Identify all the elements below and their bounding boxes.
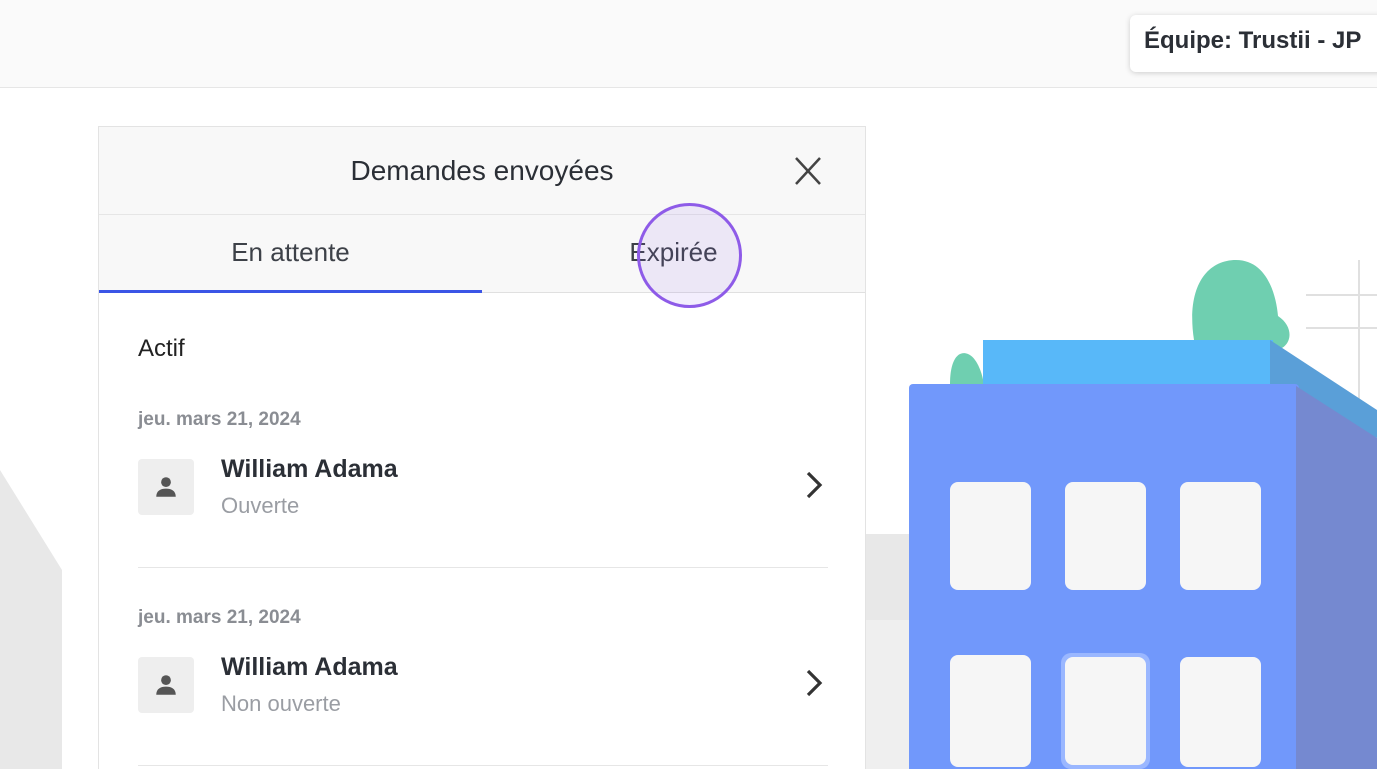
divider xyxy=(138,567,828,568)
tab-pending-label: En attente xyxy=(231,237,350,267)
team-selector-label: Équipe: Trustii - JP xyxy=(1144,27,1362,54)
team-selector[interactable]: Équipe: Trustii - JP xyxy=(1130,15,1377,72)
request-date: jeu. mars 21, 2024 xyxy=(138,409,301,430)
request-name: William Adama xyxy=(221,653,398,681)
request-item: jeu. mars 21, 2024 William Adama Ouverte xyxy=(138,409,828,545)
request-name: William Adama xyxy=(221,455,398,483)
divider xyxy=(138,765,828,766)
tab-expired-label: Expirée xyxy=(629,237,718,267)
request-status: Ouverte xyxy=(221,493,300,518)
avatar xyxy=(138,657,194,713)
panel-title: Demandes envoyées xyxy=(350,155,614,186)
request-status: Non ouverte xyxy=(221,691,341,716)
person-icon xyxy=(156,477,176,497)
chevron-right-icon xyxy=(806,669,823,697)
tab-bar: En attente Expirée xyxy=(99,215,865,293)
request-row[interactable]: William Adama Ouverte xyxy=(138,455,828,545)
person-icon xyxy=(156,675,176,695)
top-bar: Équipe: Trustii - JP xyxy=(0,0,1377,88)
background-shape xyxy=(0,470,62,769)
close-button[interactable] xyxy=(793,155,823,187)
tab-expired[interactable]: Expirée xyxy=(482,215,865,292)
request-row[interactable]: William Adama Non ouverte xyxy=(138,653,828,743)
avatar xyxy=(138,459,194,515)
panel-header: Demandes envoyées xyxy=(99,127,865,215)
close-icon xyxy=(795,157,821,185)
section-label-active: Actif xyxy=(138,335,185,362)
tab-pending[interactable]: En attente xyxy=(99,215,482,293)
request-date: jeu. mars 21, 2024 xyxy=(138,607,301,628)
sent-requests-panel: Demandes envoyées En attente Expirée Act… xyxy=(98,126,866,769)
chevron-right-icon xyxy=(806,471,823,499)
request-item: jeu. mars 21, 2024 William Adama Non ouv… xyxy=(138,607,828,743)
building-illustration xyxy=(909,260,1377,769)
